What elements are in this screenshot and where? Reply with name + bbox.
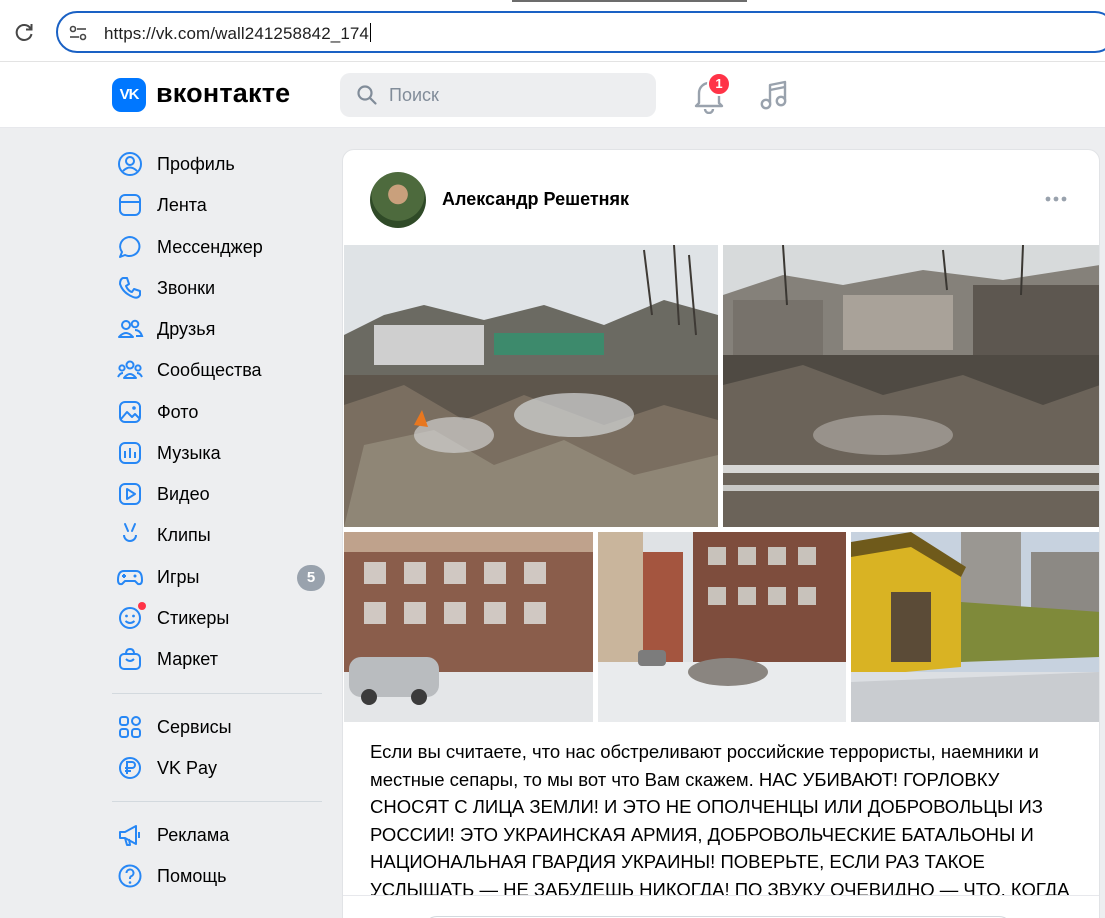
menu-item-video[interactable]: Видео <box>112 476 332 512</box>
brand-name[interactable]: вконтакте <box>156 78 290 109</box>
phone-icon <box>119 277 141 299</box>
comment-bar <box>343 895 1099 918</box>
photo-icon <box>119 401 141 423</box>
vk-header: VK вконтакте Поиск 1 <box>0 62 1105 128</box>
games-count-badge: 5 <box>297 565 325 591</box>
post-photo[interactable] <box>723 245 1099 527</box>
menu-item-communities[interactable]: Сообщества <box>112 352 332 388</box>
menu-label: Клипы <box>157 525 211 545</box>
menu-item-clips[interactable]: Клипы <box>112 517 332 553</box>
news-feed-icon <box>119 194 141 216</box>
search-placeholder: Поиск <box>389 85 439 105</box>
notifications-badge: 1 <box>707 72 731 96</box>
menu-item-feed[interactable]: Лента <box>112 187 332 223</box>
menu-label: Лента <box>157 195 207 215</box>
url-text[interactable]: https://vk.com/wall241258842_174 <box>104 23 371 44</box>
menu-label: Игры <box>157 567 200 587</box>
post-photo[interactable] <box>344 245 718 527</box>
music-waveform-icon <box>119 442 141 464</box>
menu-label: Видео <box>157 484 210 504</box>
menu-label: Помощь <box>157 866 227 886</box>
browser-toolbar: https://vk.com/wall241258842_174 <box>0 0 1105 62</box>
menu-label: Мессенджер <box>157 237 263 257</box>
menu-item-stickers[interactable]: Стикеры <box>112 600 332 636</box>
music-player-icon[interactable] <box>758 78 790 112</box>
friends-icon <box>118 319 144 338</box>
menu-item-ads[interactable]: Реклама <box>112 817 332 853</box>
menu-label: Музыка <box>157 443 221 463</box>
stickers-new-dot <box>138 602 146 610</box>
more-options-icon[interactable] <box>1043 190 1069 208</box>
post-photo[interactable] <box>344 532 593 722</box>
search-input[interactable]: Поиск <box>340 73 656 117</box>
menu-item-music[interactable]: Музыка <box>112 435 332 471</box>
menu-divider <box>112 693 322 694</box>
menu-label: Друзья <box>157 319 216 339</box>
wall-post: Александр Решетняк Если вы считаете, что… <box>342 149 1100 918</box>
author-avatar[interactable] <box>370 172 426 228</box>
menu-label: VK Pay <box>157 758 218 778</box>
reload-icon[interactable] <box>12 20 36 44</box>
communities-icon <box>117 360 143 379</box>
menu-item-friends[interactable]: Друзья <box>112 311 332 347</box>
video-play-icon <box>119 483 141 505</box>
menu-item-photos[interactable]: Фото <box>112 394 332 430</box>
site-settings-icon[interactable] <box>68 23 88 43</box>
vk-pay-icon <box>119 757 141 779</box>
menu-label: Звонки <box>157 278 216 298</box>
menu-label: Реклама <box>157 825 230 845</box>
menu-item-vk-pay[interactable]: VK Pay <box>112 750 332 786</box>
chat-bubble-icon <box>119 236 141 258</box>
megaphone-icon <box>119 825 140 846</box>
address-bar[interactable]: https://vk.com/wall241258842_174 <box>56 11 1105 53</box>
gamepad-icon <box>117 570 143 586</box>
menu-item-games[interactable]: Игры 5 <box>112 559 332 595</box>
menu-item-messenger[interactable]: Мессенджер <box>112 229 332 265</box>
services-grid-icon <box>119 716 141 738</box>
menu-label: Сервисы <box>157 717 232 737</box>
menu-item-services[interactable]: Сервисы <box>112 709 332 745</box>
menu-item-market[interactable]: Маркет <box>112 641 332 677</box>
menu-label: Фото <box>157 402 199 422</box>
menu-label: Сообщества <box>157 360 262 380</box>
post-photo[interactable] <box>598 532 846 722</box>
author-name[interactable]: Александр Решетняк <box>442 189 629 210</box>
menu-label: Стикеры <box>157 608 230 628</box>
menu-item-profile[interactable]: Профиль <box>112 146 332 182</box>
menu-label: Маркет <box>157 649 218 669</box>
vk-logo-icon[interactable]: VK <box>112 78 146 112</box>
search-icon <box>357 85 377 105</box>
menu-item-help[interactable]: Помощь <box>112 858 332 894</box>
post-photo[interactable] <box>851 532 1099 722</box>
menu-divider <box>112 801 322 802</box>
tab-indicator <box>512 0 747 2</box>
menu-item-calls[interactable]: Звонки <box>112 270 332 306</box>
help-icon <box>118 864 142 888</box>
clips-icon <box>123 523 137 542</box>
user-circle-icon <box>118 152 142 176</box>
menu-label: Профиль <box>157 154 235 174</box>
post-text: Если вы считаете, что нас обстреливают р… <box>370 741 1070 900</box>
shopping-bag-icon <box>119 647 141 670</box>
